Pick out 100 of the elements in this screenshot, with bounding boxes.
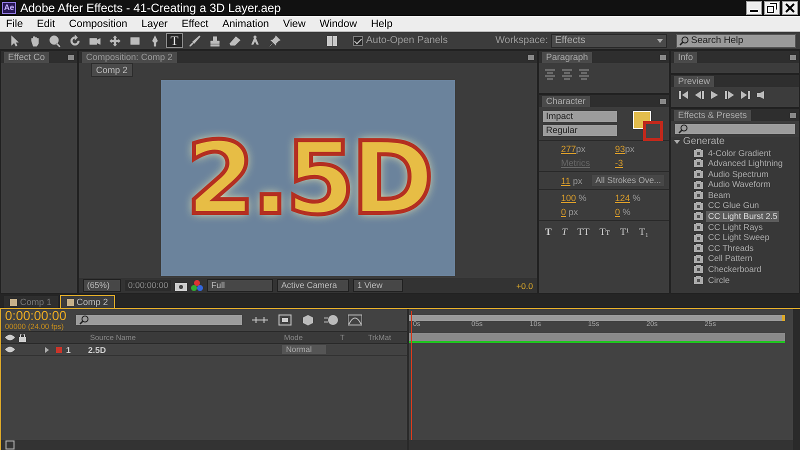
- timeline-tab[interactable]: Comp 1: [4, 296, 58, 308]
- panel-tab[interactable]: Paragraph: [542, 52, 592, 62]
- menu-item[interactable]: File: [6, 18, 23, 30]
- preset-list-item[interactable]: Audio Waveform: [706, 179, 773, 190]
- blend-mode-dropdown[interactable]: Normal: [282, 345, 326, 354]
- draft-3d-icon[interactable]: [278, 314, 292, 326]
- workspace-label: Workspace:: [495, 35, 548, 46]
- character-field[interactable]: -3: [615, 158, 663, 168]
- format-button[interactable]: TT: [575, 227, 592, 238]
- exposure-value[interactable]: +0.0: [516, 280, 533, 290]
- panel-icon: [326, 34, 338, 46]
- menu-item[interactable]: Window: [320, 18, 357, 30]
- search-icon: [678, 124, 688, 134]
- current-time-display[interactable]: 0:00:00:00: [5, 309, 66, 322]
- format-button[interactable]: T: [560, 227, 570, 238]
- graph-editor-icon[interactable]: [348, 314, 362, 326]
- camera-dropdown[interactable]: Active Camera: [277, 279, 350, 292]
- motion-blur-icon[interactable]: [324, 314, 338, 326]
- panel-menu-icon[interactable]: [660, 54, 666, 60]
- menu-item[interactable]: Animation: [222, 18, 270, 30]
- color-channels-icon[interactable]: [191, 280, 204, 291]
- breadcrumb-button[interactable]: Comp 2: [91, 63, 133, 77]
- format-button[interactable]: T: [543, 227, 554, 238]
- speaker-icon[interactable]: [757, 91, 766, 99]
- menu-item[interactable]: Edit: [36, 18, 56, 30]
- character-field[interactable]: 93px: [615, 144, 663, 154]
- panel-tab[interactable]: Effect Co: [4, 52, 49, 62]
- timecode-field[interactable]: 0:00:00:00: [125, 280, 172, 291]
- effect-icon: [694, 148, 703, 157]
- panel-tab[interactable]: Effects & Presets: [674, 110, 751, 120]
- panel-menu-icon[interactable]: [660, 98, 666, 104]
- previous-frame-icon[interactable]: [695, 91, 704, 99]
- composition-mini-flowchart-icon[interactable]: [252, 315, 268, 325]
- character-field[interactable]: 100 %: [561, 193, 609, 203]
- panel-tab[interactable]: Preview: [674, 76, 714, 86]
- zoom-dropdown[interactable]: (65%): [83, 279, 121, 292]
- panel-menu-icon[interactable]: [790, 54, 796, 60]
- panel-menu-icon[interactable]: [790, 112, 796, 118]
- format-button[interactable]: T¹: [618, 227, 632, 238]
- panel-tab[interactable]: Composition: Comp 2: [82, 52, 177, 62]
- preset-list-item[interactable]: 4-Color Gradient: [706, 148, 773, 158]
- timeline-tab[interactable]: Comp 2: [60, 295, 116, 308]
- menu-item[interactable]: Effect: [182, 18, 208, 30]
- first-frame-icon[interactable]: [679, 91, 688, 99]
- format-button[interactable]: Tт: [597, 227, 612, 238]
- font-style-dropdown[interactable]: Regular: [543, 125, 617, 136]
- menu-item[interactable]: View: [283, 18, 306, 30]
- format-button[interactable]: T₁: [637, 227, 651, 238]
- tool-button[interactable]: T: [166, 33, 183, 48]
- stroke-width-field[interactable]: 11 px: [561, 176, 582, 186]
- preset-list-item[interactable]: CC Light Burst 2.5: [706, 211, 780, 222]
- menu-item[interactable]: Help: [370, 18, 393, 30]
- camera-icon[interactable]: [175, 280, 188, 290]
- label-color-swatch[interactable]: [56, 346, 62, 352]
- checkbox[interactable]: [353, 36, 363, 46]
- effects-search-field[interactable]: [675, 124, 795, 134]
- category-item[interactable]: Generate: [674, 137, 799, 148]
- workspace-dropdown[interactable]: Effects: [551, 34, 667, 48]
- panel-tab[interactable]: Character: [542, 96, 590, 106]
- preset-list-item[interactable]: Audio Spectrum: [706, 168, 770, 180]
- toggle-switches-icon[interactable]: [5, 440, 15, 450]
- view-layout-dropdown[interactable]: 1 View: [353, 279, 404, 292]
- character-field[interactable]: 0 %: [615, 207, 663, 217]
- eye-icon[interactable]: [5, 346, 15, 353]
- preset-list-item[interactable]: CC Threads: [706, 242, 756, 254]
- character-field[interactable]: 124 %: [615, 193, 663, 203]
- panel-menu-icon[interactable]: [68, 54, 74, 60]
- character-field[interactable]: 0 px: [561, 207, 609, 217]
- preset-list-item[interactable]: Advanced Lightning: [706, 158, 785, 169]
- menu-item[interactable]: Layer: [141, 18, 168, 30]
- preset-list-item[interactable]: Circle: [706, 274, 732, 286]
- align-icon[interactable]: [561, 68, 573, 80]
- resolution-dropdown[interactable]: Full: [207, 279, 274, 292]
- search-field[interactable]: Search Help: [676, 34, 796, 48]
- last-frame-icon[interactable]: [741, 91, 750, 99]
- next-frame-icon[interactable]: [725, 91, 734, 99]
- character-field[interactable]: 277px: [561, 144, 609, 154]
- preset-list-item[interactable]: Beam: [706, 190, 732, 200]
- panel-tab[interactable]: Info: [674, 52, 698, 62]
- lock-icon[interactable]: [19, 334, 26, 342]
- cube-icon[interactable]: [302, 314, 314, 326]
- restore-button[interactable]: [764, 1, 780, 15]
- preset-list-item[interactable]: CC Glue Gun: [706, 200, 762, 212]
- minimize-button[interactable]: [746, 1, 762, 15]
- close-button[interactable]: [782, 1, 798, 15]
- rotate-icon: [68, 34, 82, 48]
- align-icon[interactable]: [578, 68, 590, 80]
- preset-list-item[interactable]: Cell Pattern: [706, 253, 754, 264]
- panel-menu-icon[interactable]: [528, 54, 534, 60]
- preset-list-item[interactable]: Checkerboard: [706, 264, 764, 275]
- layer-search-field[interactable]: [76, 315, 242, 325]
- preset-list-item[interactable]: CC Light Sweep: [706, 232, 772, 243]
- font-family-dropdown[interactable]: Impact: [543, 111, 617, 122]
- stroke-mode-dropdown[interactable]: All Strokes Ove...: [592, 175, 664, 186]
- play-icon[interactable]: [711, 91, 718, 99]
- eye-icon[interactable]: [5, 334, 15, 341]
- layer-name[interactable]: 2.5D: [88, 344, 278, 354]
- preset-list-item[interactable]: CC Light Rays: [706, 222, 765, 232]
- menu-item[interactable]: Composition: [69, 18, 128, 30]
- align-icon[interactable]: [544, 68, 556, 80]
